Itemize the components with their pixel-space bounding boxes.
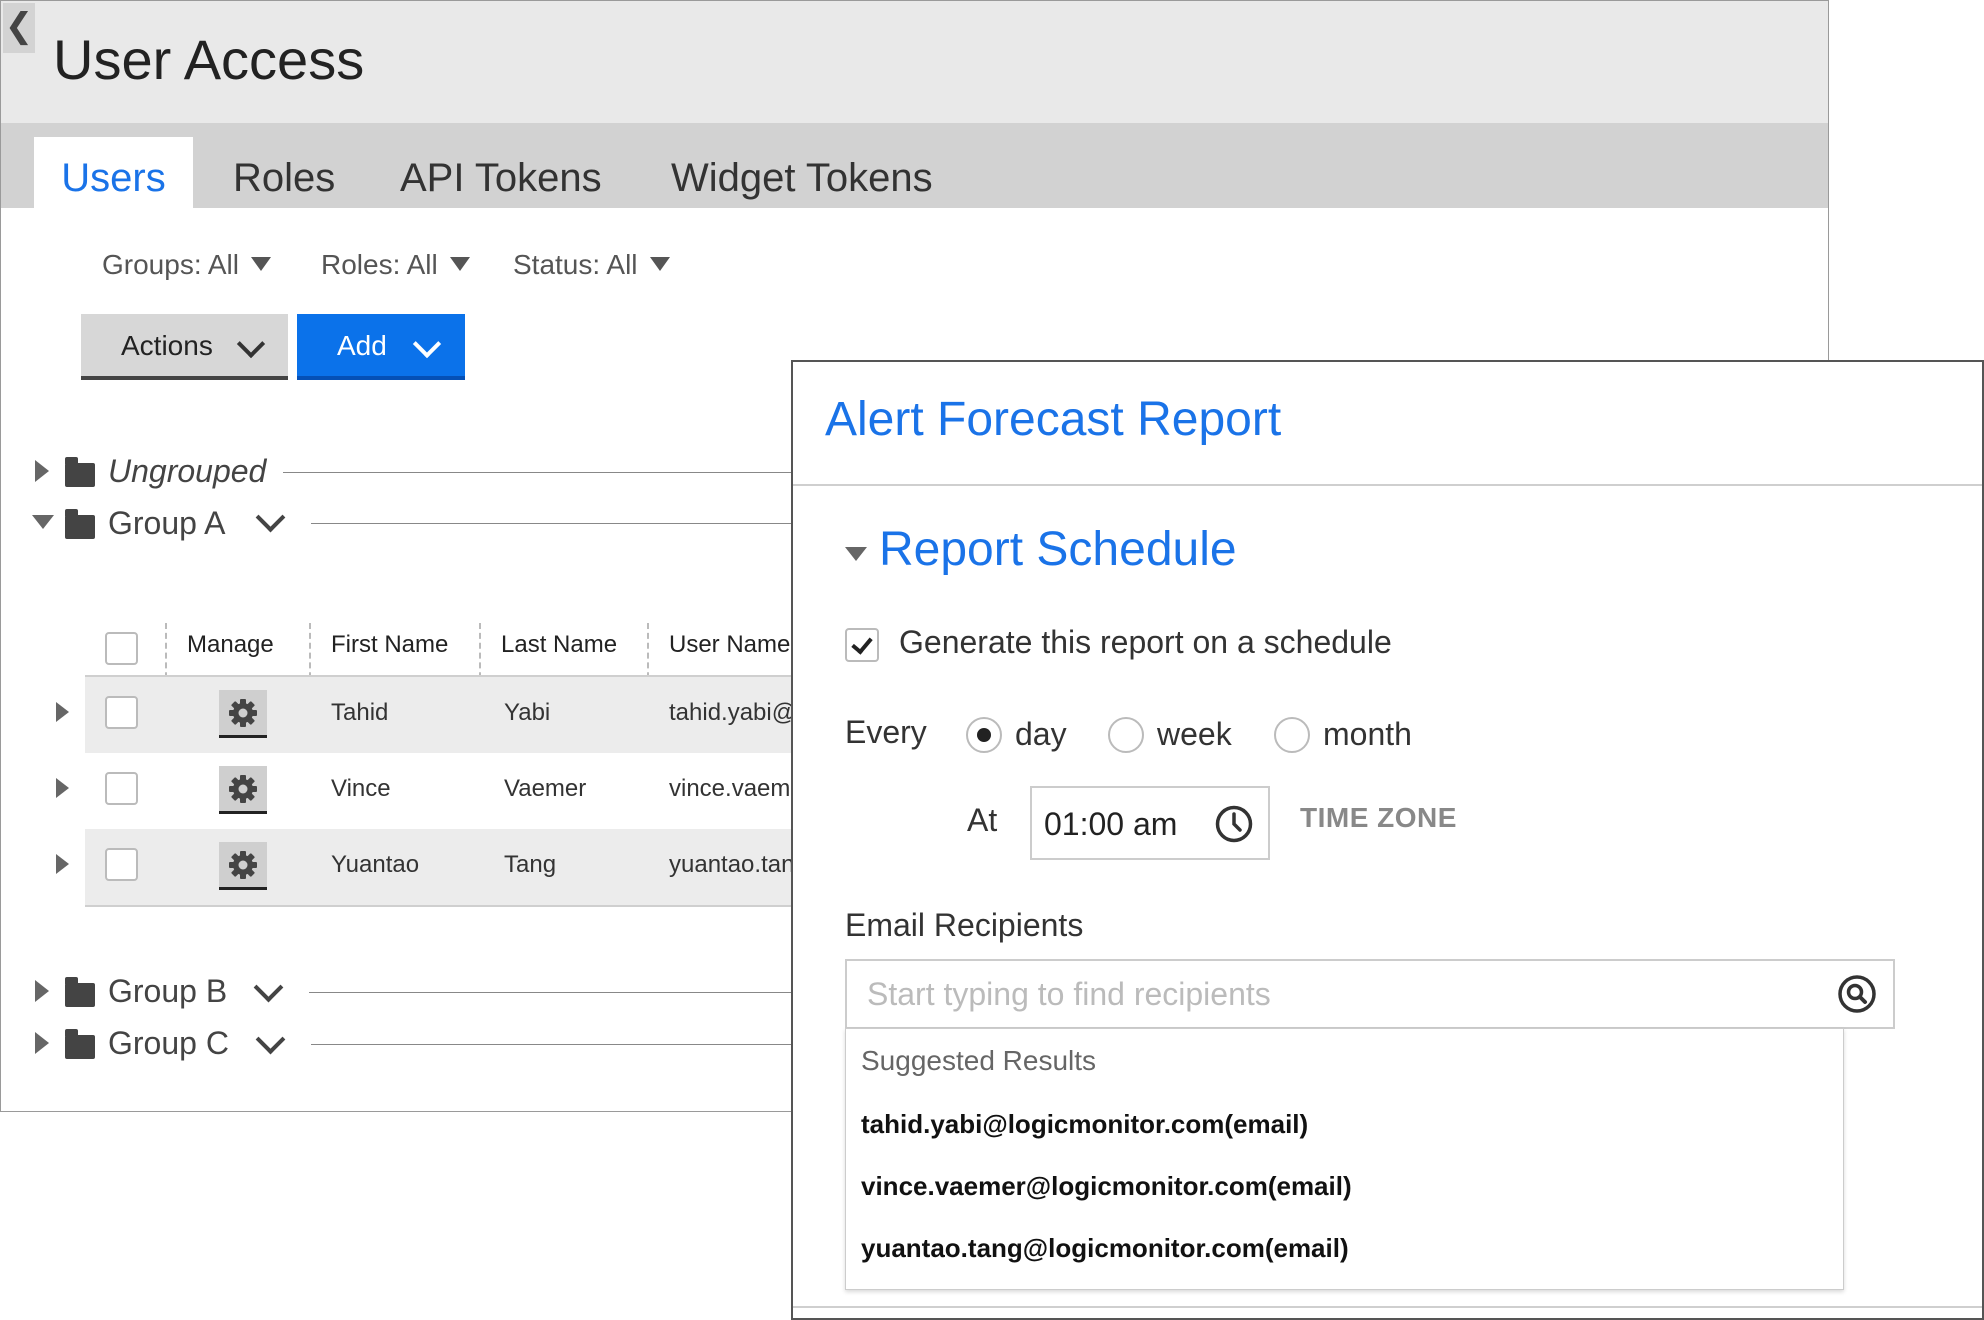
group-divider bbox=[311, 523, 803, 524]
radio-day[interactable] bbox=[966, 717, 1002, 753]
add-button[interactable]: Add bbox=[297, 314, 465, 380]
column-header-first-name[interactable]: First Name bbox=[331, 631, 448, 659]
radio-label-day[interactable]: day bbox=[1015, 716, 1067, 753]
suggestion-item[interactable]: yuantao.tang@logicmonitor.com(email) bbox=[861, 1233, 1349, 1264]
manage-button[interactable] bbox=[219, 690, 267, 738]
folder-icon bbox=[65, 1029, 95, 1059]
suggestion-item[interactable]: vince.vaemer@logicmonitor.com(email) bbox=[861, 1171, 1352, 1202]
tab-roles[interactable]: Roles bbox=[233, 137, 335, 208]
chevron-down-icon bbox=[236, 329, 266, 359]
cell-user-name: tahid.yabi@ bbox=[669, 699, 797, 726]
groups-filter-label: Groups: All bbox=[102, 249, 239, 280]
cell-user-name: vince.vaem bbox=[669, 775, 791, 802]
row-checkbox[interactable] bbox=[105, 848, 138, 881]
roles-filter[interactable]: Roles: All bbox=[321, 249, 470, 281]
cell-first-name: Tahid bbox=[331, 699, 389, 726]
folder-icon bbox=[65, 457, 95, 487]
panel-divider bbox=[793, 484, 1982, 486]
cell-last-name: Vaemer bbox=[504, 775, 587, 802]
expand-triangle-icon[interactable] bbox=[56, 778, 69, 798]
group-label-b[interactable]: Group B bbox=[108, 973, 227, 1010]
folder-icon bbox=[65, 509, 95, 539]
group-label-c[interactable]: Group C bbox=[108, 1025, 229, 1062]
recipient-search-input[interactable] bbox=[845, 959, 1895, 1029]
status-filter[interactable]: Status: All bbox=[513, 249, 670, 281]
filter-dropdown-icon bbox=[449, 256, 470, 271]
back-chevron-icon[interactable]: ❮ bbox=[3, 3, 35, 53]
schedule-checkbox[interactable] bbox=[845, 628, 879, 662]
collapse-triangle-icon[interactable] bbox=[845, 547, 867, 561]
radio-label-month[interactable]: month bbox=[1323, 716, 1412, 753]
column-header-manage: Manage bbox=[187, 631, 274, 658]
add-button-label: Add bbox=[337, 330, 387, 361]
radio-label-week[interactable]: week bbox=[1157, 716, 1232, 753]
panel-divider bbox=[793, 1306, 1982, 1308]
manage-button[interactable] bbox=[219, 842, 267, 890]
collapse-triangle-icon[interactable] bbox=[32, 515, 54, 529]
section-title-report-schedule[interactable]: Report Schedule bbox=[879, 522, 1237, 577]
at-label: At bbox=[967, 802, 998, 838]
gear-icon bbox=[229, 851, 257, 879]
group-label-ungrouped[interactable]: Ungrouped bbox=[108, 453, 266, 490]
roles-filter-label: Roles: All bbox=[321, 249, 438, 280]
folder-icon bbox=[65, 977, 95, 1007]
email-recipients-label: Email Recipients bbox=[845, 907, 1084, 943]
search-icon[interactable] bbox=[1837, 974, 1877, 1014]
radio-week[interactable] bbox=[1108, 717, 1144, 753]
group-divider bbox=[311, 1044, 803, 1045]
cell-user-name: yuantao.tan bbox=[669, 851, 795, 878]
expand-triangle-icon[interactable] bbox=[56, 854, 69, 874]
checkmark-icon bbox=[851, 632, 873, 655]
tab-bar: Users Roles API Tokens Widget Tokens bbox=[1, 123, 1828, 208]
report-title: Alert Forecast Report bbox=[825, 393, 1282, 446]
filter-dropdown-icon bbox=[649, 256, 670, 271]
column-header-user-name[interactable]: User Name bbox=[669, 631, 790, 659]
time-zone-link[interactable]: TIME ZONE bbox=[1300, 802, 1457, 834]
chevron-down-icon[interactable] bbox=[253, 972, 284, 1003]
cell-first-name: Vince bbox=[331, 775, 391, 802]
cell-last-name: Tang bbox=[504, 851, 557, 878]
group-divider bbox=[283, 472, 803, 473]
row-checkbox[interactable] bbox=[105, 772, 138, 805]
cell-last-name: Yabi bbox=[504, 699, 551, 726]
radio-month[interactable] bbox=[1274, 717, 1310, 753]
clock-icon[interactable] bbox=[1214, 804, 1254, 844]
tab-api-tokens[interactable]: API Tokens bbox=[400, 137, 602, 208]
column-header-last-name[interactable]: Last Name bbox=[501, 631, 617, 659]
group-label-a[interactable]: Group A bbox=[108, 505, 225, 542]
expand-triangle-icon[interactable] bbox=[35, 1032, 49, 1054]
cell-first-name: Yuantao bbox=[331, 851, 420, 878]
group-divider bbox=[309, 992, 803, 993]
every-label: Every bbox=[845, 714, 927, 750]
gear-icon bbox=[229, 775, 257, 803]
time-picker[interactable]: 01:00 am bbox=[1030, 786, 1270, 860]
suggestions-dropdown: Suggested Results tahid.yabi@logicmonito… bbox=[845, 1028, 1844, 1290]
suggestion-item[interactable]: tahid.yabi@logicmonitor.com(email) bbox=[861, 1109, 1308, 1140]
page-title: User Access bbox=[53, 28, 365, 91]
actions-button-label: Actions bbox=[121, 330, 213, 361]
status-filter-label: Status: All bbox=[513, 249, 638, 280]
select-all-checkbox[interactable] bbox=[105, 632, 138, 665]
manage-button[interactable] bbox=[219, 766, 267, 814]
groups-filter[interactable]: Groups: All bbox=[102, 249, 271, 281]
chevron-down-icon bbox=[412, 329, 442, 359]
filter-dropdown-icon bbox=[250, 256, 271, 271]
chevron-down-icon[interactable] bbox=[255, 1024, 286, 1055]
expand-triangle-icon[interactable] bbox=[56, 702, 69, 722]
report-panel: Alert Forecast Report Report Schedule Ge… bbox=[791, 360, 1984, 1320]
expand-triangle-icon[interactable] bbox=[35, 980, 49, 1002]
tab-widget-tokens[interactable]: Widget Tokens bbox=[671, 137, 933, 208]
schedule-checkbox-label[interactable]: Generate this report on a schedule bbox=[899, 624, 1392, 661]
actions-button[interactable]: Actions bbox=[81, 314, 288, 380]
chevron-down-icon[interactable] bbox=[255, 502, 286, 533]
row-checkbox[interactable] bbox=[105, 696, 138, 729]
time-value: 01:00 am bbox=[1044, 806, 1178, 842]
suggestions-title: Suggested Results bbox=[861, 1045, 1097, 1076]
expand-triangle-icon[interactable] bbox=[35, 460, 49, 482]
radio-selected-dot bbox=[977, 728, 991, 742]
tab-users[interactable]: Users bbox=[34, 137, 193, 208]
gear-icon bbox=[229, 699, 257, 727]
